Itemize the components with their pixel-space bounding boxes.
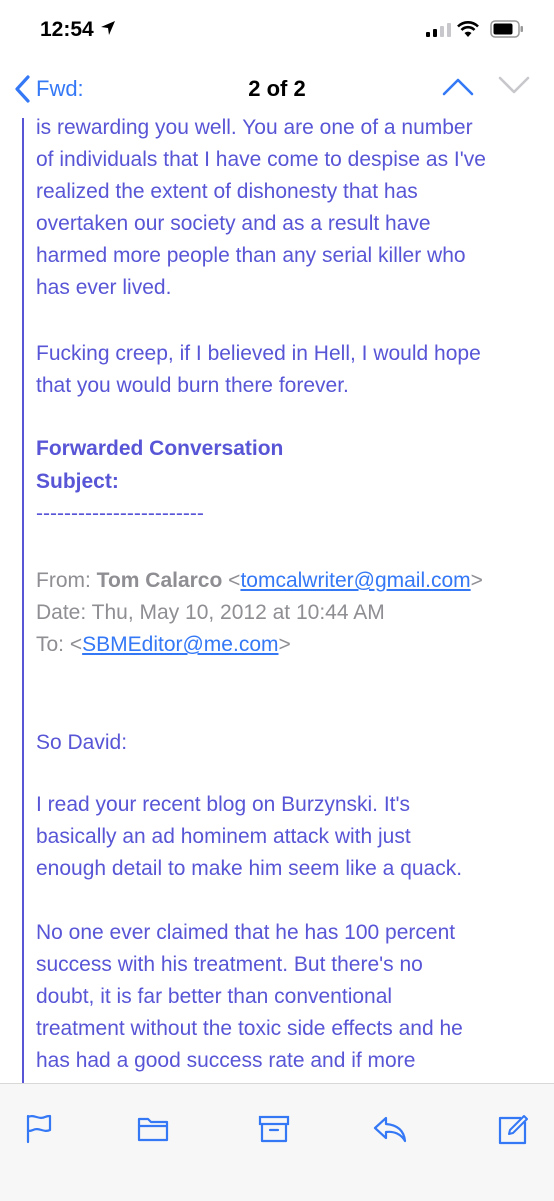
paragraph-3: I read your recent blog on Burzynski. It… [36,789,546,885]
reply-icon[interactable] [372,1114,408,1144]
bottom-toolbar [0,1083,554,1201]
date-label: Date: [36,601,87,624]
signal-icon [426,23,451,37]
from-line: From: Tom Calarco <tomcalwriter@gmail.co… [36,569,483,592]
to-email-link[interactable]: SBMEditor@me.com [82,633,278,656]
email-body[interactable]: is rewarding you well. You are one of a … [0,118,554,1083]
from-name: Tom Calarco [96,569,223,592]
location-arrow-icon [101,21,115,35]
text-line: success with his treatment. But there's … [36,953,423,976]
date-value: Thu, May 10, 2012 at 10:44 AM [91,601,385,624]
date-line: Date: Thu, May 10, 2012 at 10:44 AM [36,597,546,629]
status-time: 12:54 [40,18,94,41]
text-line: harmed more people than any serial kille… [36,244,466,267]
text-line: No one ever claimed that he has 100 perc… [36,921,456,944]
to-label: To: [36,633,65,656]
text-line: that you would burn there forever. [36,374,349,397]
archive-icon[interactable] [258,1114,290,1144]
compose-icon[interactable] [497,1114,529,1146]
nav-bar: Fwd: 2 of 2 [0,58,554,118]
status-bar: 12:54 [0,0,554,58]
text-line: I read your recent blog on Burzynski. It… [36,793,411,816]
paragraph-2: Fucking creep, if I believed in Hell, I … [36,338,546,402]
text-line: realized the extent of dishonesty that h… [36,180,418,203]
subject-label: Subject: [36,470,119,493]
greeting: So David: [36,731,128,754]
text-line: basically an ad hominem attack with just [36,825,411,848]
wifi-icon [457,21,479,37]
folder-icon[interactable] [137,1114,169,1142]
text-line: doubt, it is far better than conventiona… [36,985,393,1008]
text-line: Fucking creep, if I believed in Hell, I … [36,342,481,365]
paragraph-4: No one ever claimed that he has 100 perc… [36,917,546,1077]
paragraph-1: is rewarding you well. You are one of a … [36,118,546,304]
from-label: From: [36,569,91,592]
chevron-up-icon[interactable] [441,75,475,97]
text-line: is rewarding you well. You are one of a … [36,118,473,139]
text-line: overtaken our society and as a result ha… [36,212,431,235]
text-line: enough detail to make him seem like a qu… [36,857,463,880]
text-line: treatment without the toxic side effects… [36,1017,463,1040]
battery-icon [490,20,523,38]
flag-icon[interactable] [25,1114,53,1144]
forwarded-heading: Forwarded Conversation [36,437,284,460]
to-line: To: <SBMEditor@me.com> [36,633,291,656]
from-email-link[interactable]: tomcalwriter@gmail.com [240,569,470,592]
text-line: has ever lived. [36,276,172,299]
chevron-down-icon[interactable] [497,75,531,97]
text-line: of individuals that I have come to despi… [36,148,486,171]
quote-bar [22,118,24,1083]
separator-line: ------------------------ [36,502,204,525]
text-line: has had a good success rate and if more [36,1049,416,1072]
